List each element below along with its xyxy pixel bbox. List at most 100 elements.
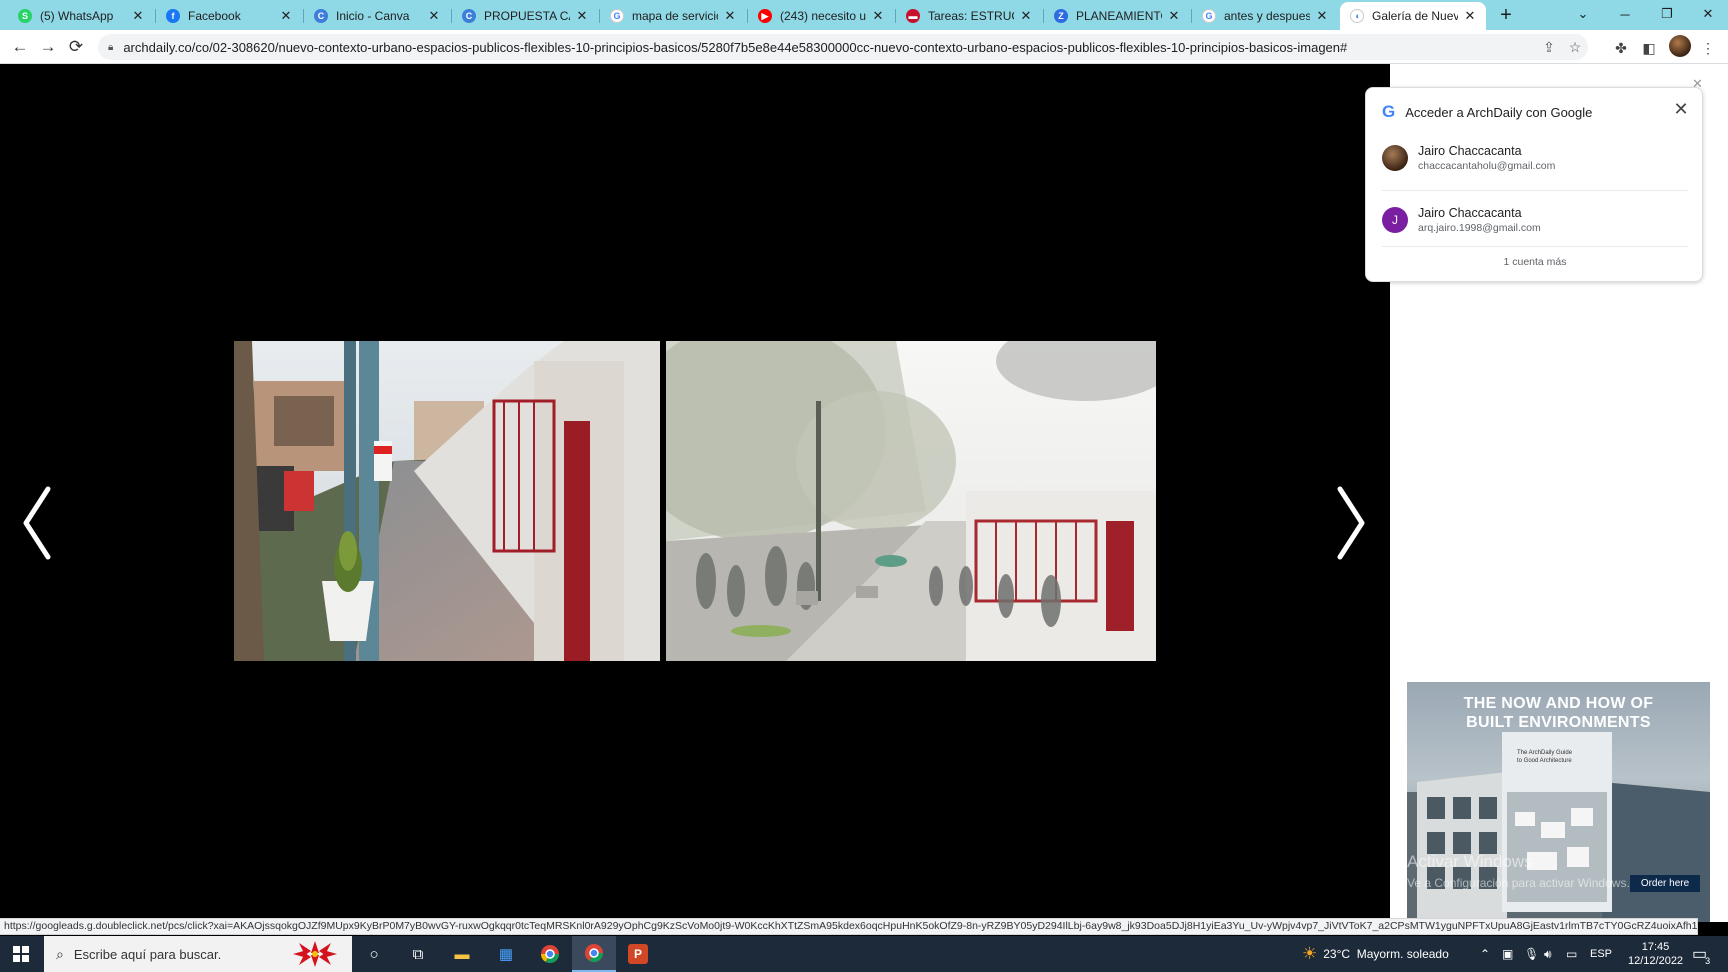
account-email: arq.jairo.1998@gmail.com bbox=[1418, 222, 1541, 234]
notifications-icon[interactable]: ▭ 3 bbox=[1692, 936, 1710, 972]
show-hidden-icons[interactable]: ⌃ bbox=[1480, 936, 1490, 972]
microphone-icon[interactable]: 🎙︎ bbox=[1524, 936, 1539, 972]
weather-sun-icon: ☀ bbox=[1302, 944, 1318, 963]
tab-title: Inicio - Canva bbox=[336, 9, 410, 23]
taskbar-search-box[interactable]: ⌕ Escribe aquí para buscar. bbox=[44, 936, 352, 972]
tab-title: mapa de servicios bbox=[632, 9, 718, 23]
google-icon: G bbox=[1202, 9, 1216, 23]
clock[interactable]: 17:45 12/12/2022 bbox=[1628, 936, 1683, 972]
tab-close-icon[interactable]: ✕ bbox=[1314, 8, 1330, 24]
google-signin-title: Acceder a ArchDaily con Google bbox=[1405, 104, 1593, 120]
bookmark-star-icon[interactable]: ☆ bbox=[1562, 39, 1588, 56]
tab-close-icon[interactable]: ✕ bbox=[426, 8, 442, 24]
tab-separator bbox=[451, 9, 452, 23]
tab-close-icon[interactable]: ✕ bbox=[870, 8, 886, 24]
profile-avatar[interactable] bbox=[1669, 35, 1691, 57]
divider bbox=[1382, 246, 1688, 247]
tab-close-icon[interactable]: ✕ bbox=[1166, 8, 1182, 24]
browser-tab[interactable]: C PROPUESTA CARA ✕ bbox=[452, 2, 598, 30]
tab-title: (5) WhatsApp bbox=[40, 9, 114, 23]
tab-title: PLANEAMIENTO Y bbox=[1076, 9, 1162, 23]
account-avatar bbox=[1382, 145, 1408, 171]
more-accounts-link[interactable]: 1 cuenta más bbox=[1366, 256, 1704, 268]
youtube-icon: ▶ bbox=[758, 9, 772, 23]
language-indicator[interactable]: ESP bbox=[1590, 936, 1612, 972]
menu-kebab-icon[interactable]: ⋮ bbox=[1697, 37, 1719, 59]
tab-close-icon[interactable]: ✕ bbox=[278, 8, 294, 24]
browser-tab[interactable]: Gmapa de servicios ✕ bbox=[600, 2, 746, 30]
lock-icon: 🔒︎ bbox=[108, 41, 114, 53]
account-item-1[interactable]: Jairo Chaccacanta chaccacantaholu@gmail.… bbox=[1382, 134, 1688, 182]
restore-button[interactable]: ❐ bbox=[1646, 0, 1688, 28]
side-panel-icon[interactable]: ◧ bbox=[1638, 37, 1660, 59]
volume-icon[interactable]: 🔊︎ bbox=[1544, 936, 1552, 972]
tareas-icon: ▬ bbox=[906, 9, 920, 23]
browser-tab[interactable]: Z PLANEAMIENTO Y ✕ bbox=[1044, 2, 1190, 30]
chrome-active-window-icon[interactable] bbox=[572, 936, 616, 972]
activate-windows-hint: Ve a Configuración para activar Windows. bbox=[1407, 876, 1630, 890]
google-icon: G bbox=[610, 9, 624, 23]
previous-image-arrow[interactable] bbox=[18, 483, 58, 563]
chrome-icon[interactable] bbox=[528, 936, 572, 972]
minimize-button[interactable]: ─ bbox=[1604, 0, 1646, 28]
address-bar[interactable]: 🔒︎ archdaily.co/co/02-308620/nuevo-conte… bbox=[98, 34, 1588, 60]
taskbar-search-placeholder[interactable]: Escribe aquí para buscar. bbox=[74, 947, 221, 962]
extensions-icon[interactable]: ✤ bbox=[1610, 37, 1632, 59]
account-name: Jairo Chaccacanta bbox=[1418, 144, 1522, 158]
tab-close-icon[interactable]: ✕ bbox=[574, 8, 590, 24]
poinsettia-icon bbox=[293, 941, 337, 967]
browser-tab[interactable]: S (5) WhatsApp ✕ bbox=[8, 2, 154, 30]
new-tab-button[interactable]: + bbox=[1494, 3, 1518, 27]
tab-search-icon[interactable]: ⌄ bbox=[1562, 0, 1604, 28]
divider bbox=[1382, 190, 1688, 191]
tab-close-icon[interactable]: ✕ bbox=[722, 8, 738, 24]
back-button[interactable]: ← bbox=[8, 35, 32, 59]
windows-start-button[interactable] bbox=[0, 936, 42, 972]
address-url[interactable]: archdaily.co/co/02-308620/nuevo-contexto… bbox=[123, 40, 1536, 55]
task-view-icon[interactable]: ⧉ bbox=[396, 936, 440, 972]
browser-tab[interactable]: C Inicio - Canva ✕ bbox=[304, 2, 450, 30]
clock-date: 12/12/2022 bbox=[1628, 955, 1684, 967]
reload-button[interactable]: ⟳ bbox=[64, 35, 88, 59]
close-window-button[interactable]: ✕ bbox=[1688, 0, 1728, 28]
tab-separator bbox=[1043, 9, 1044, 23]
svg-text:The ArchDaily Guide: The ArchDaily Guide bbox=[1517, 750, 1573, 756]
activate-windows-watermark: Activar Windows bbox=[1407, 852, 1533, 871]
powerpoint-icon[interactable]: P bbox=[616, 936, 660, 972]
canva-icon: C bbox=[462, 9, 476, 23]
google-signin-close-icon[interactable]: ✕ bbox=[1670, 98, 1692, 120]
browser-tab[interactable]: ▶ (243) necesito un a ✕ bbox=[748, 2, 894, 30]
order-here-button[interactable]: Order here bbox=[1630, 875, 1700, 892]
tab-separator bbox=[303, 9, 304, 23]
ad-headline: THE NOW AND HOW OF BUILT ENVIRONMENTS bbox=[1463, 695, 1654, 731]
next-image-arrow[interactable] bbox=[1330, 483, 1370, 563]
account-item-2[interactable]: J Jairo Chaccacanta arq.jairo.1998@gmail… bbox=[1382, 196, 1688, 244]
browser-tab[interactable]: ◖ Galería de Nuevo C ✕ bbox=[1340, 2, 1486, 30]
meet-now-icon[interactable]: ▣ bbox=[1502, 936, 1513, 972]
archdaily-book-ad[interactable]: The ArchDaily Guide to Good Architecture… bbox=[1407, 682, 1710, 922]
account-email: chaccacantaholu@gmail.com bbox=[1418, 160, 1556, 172]
browser-tab[interactable]: ▬ Tareas: ESTRUCTUR ✕ bbox=[896, 2, 1042, 30]
whatsapp-icon: S bbox=[18, 9, 32, 23]
tab-close-icon[interactable]: ✕ bbox=[1462, 8, 1478, 24]
microsoft-store-icon[interactable]: ▦ bbox=[484, 936, 528, 972]
tab-separator bbox=[155, 9, 156, 23]
tab-title: Facebook bbox=[188, 9, 241, 23]
tab-close-icon[interactable]: ✕ bbox=[1018, 8, 1034, 24]
forward-button[interactable]: → bbox=[36, 35, 60, 59]
weather-widget[interactable]: ☀ 23°C Mayorm. soleado bbox=[1302, 936, 1449, 972]
file-explorer-icon[interactable]: ▬ bbox=[440, 936, 484, 972]
tab-strip: S (5) WhatsApp ✕ f Facebook ✕ C Inicio - Canva ✕… bbox=[0, 0, 1728, 30]
network-icon[interactable]: ▭ bbox=[1566, 936, 1577, 972]
share-icon[interactable]: ⇪ bbox=[1536, 39, 1562, 56]
svg-text:to Good Architecture: to Good Architecture bbox=[1517, 758, 1572, 764]
status-bar-link: https://googleads.g.doubleclick.net/pcs/… bbox=[0, 918, 1698, 935]
tab-title: PROPUESTA CARA bbox=[484, 9, 570, 23]
cortana-icon[interactable]: ○ bbox=[352, 936, 396, 972]
browser-tab[interactable]: Gantes y despues de ✕ bbox=[1192, 2, 1338, 30]
tab-title: (243) necesito un a bbox=[780, 9, 866, 23]
account-name: Jairo Chaccacanta bbox=[1418, 206, 1522, 220]
tab-title: Tareas: ESTRUCTUR bbox=[928, 9, 1014, 23]
tab-close-icon[interactable]: ✕ bbox=[130, 8, 146, 24]
browser-tab[interactable]: f Facebook ✕ bbox=[156, 2, 302, 30]
